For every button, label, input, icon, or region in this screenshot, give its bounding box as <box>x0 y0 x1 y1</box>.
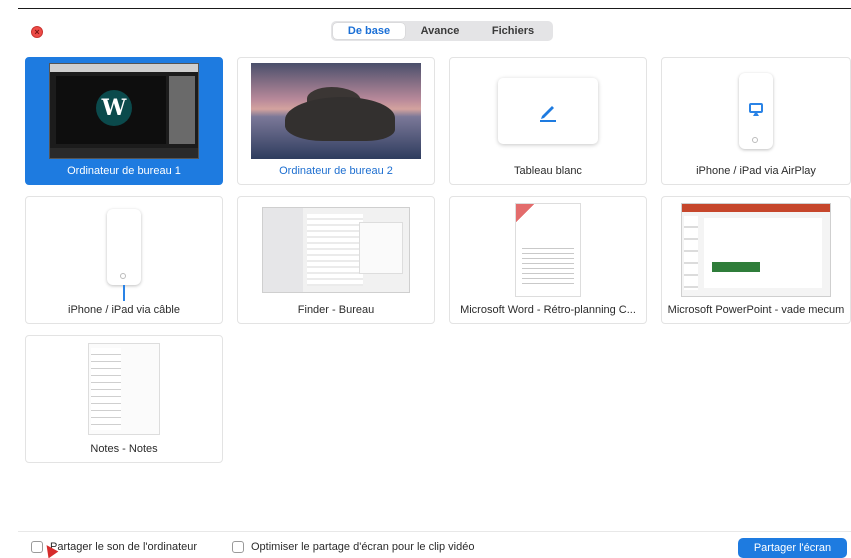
share-sound-checkbox[interactable] <box>31 541 43 553</box>
source-word[interactable]: Microsoft Word - Rétro-planning C... <box>449 196 647 324</box>
share-sound-label: Partager le son de l'ordinateur <box>50 541 198 553</box>
finder-thumbnail <box>238 197 434 303</box>
source-label: Microsoft Word - Rétro-planning C... <box>460 304 636 316</box>
tab-avance[interactable]: Avance <box>405 23 475 39</box>
source-label: Ordinateur de bureau 2 <box>279 165 393 177</box>
tab-de-base[interactable]: De base <box>333 23 405 39</box>
source-desktop-1[interactable]: W Ordinateur de bureau 1 <box>25 57 223 185</box>
source-tabs: De base Avance Fichiers <box>331 21 553 41</box>
airplay-icon <box>749 103 763 116</box>
phone-cable-icon <box>123 285 125 301</box>
tab-fichiers[interactable]: Fichiers <box>475 23 551 39</box>
source-whiteboard[interactable]: Tableau blanc <box>449 57 647 185</box>
desktop-2-thumbnail <box>238 58 434 164</box>
source-notes[interactable]: Notes - Notes <box>25 335 223 463</box>
source-airplay[interactable]: iPhone / iPad via AirPlay <box>661 57 851 185</box>
window-top-edge <box>18 8 851 9</box>
optimize-video-checkbox[interactable] <box>232 541 244 553</box>
source-label: Ordinateur de bureau 1 <box>67 165 181 177</box>
whiteboard-thumbnail <box>450 58 646 164</box>
airplay-thumbnail <box>662 58 850 164</box>
desktop-1-thumbnail: W <box>26 58 222 164</box>
close-icon: × <box>34 26 40 37</box>
close-window-button[interactable]: × <box>31 26 43 38</box>
pen-icon <box>540 106 556 122</box>
source-label: Finder - Bureau <box>297 304 375 316</box>
word-thumbnail <box>450 197 646 303</box>
source-label: iPhone / iPad via AirPlay <box>696 165 816 177</box>
source-label: Microsoft PowerPoint - vade mecum <box>667 304 845 316</box>
source-finder[interactable]: Finder - Bureau <box>237 196 435 324</box>
share-screen-button[interactable]: Partager l'écran <box>738 538 847 558</box>
footer-divider <box>18 531 851 532</box>
source-powerpoint[interactable]: Microsoft PowerPoint - vade mecum <box>661 196 851 324</box>
source-label: Tableau blanc <box>514 165 582 177</box>
w-logo-icon: W <box>96 90 132 126</box>
optimize-video-option[interactable]: Optimiser le partage d'écran pour le cli… <box>232 541 474 553</box>
powerpoint-thumbnail <box>662 197 850 303</box>
source-cable[interactable]: iPhone / iPad via câble <box>25 196 223 324</box>
source-desktop-2[interactable]: Ordinateur de bureau 2 <box>237 57 435 185</box>
optimize-video-label: Optimiser le partage d'écran pour le cli… <box>251 541 475 553</box>
cable-thumbnail <box>26 197 222 303</box>
source-label: Notes - Notes <box>90 443 158 455</box>
source-label: iPhone / iPad via câble <box>68 304 180 316</box>
notes-thumbnail <box>26 336 222 442</box>
